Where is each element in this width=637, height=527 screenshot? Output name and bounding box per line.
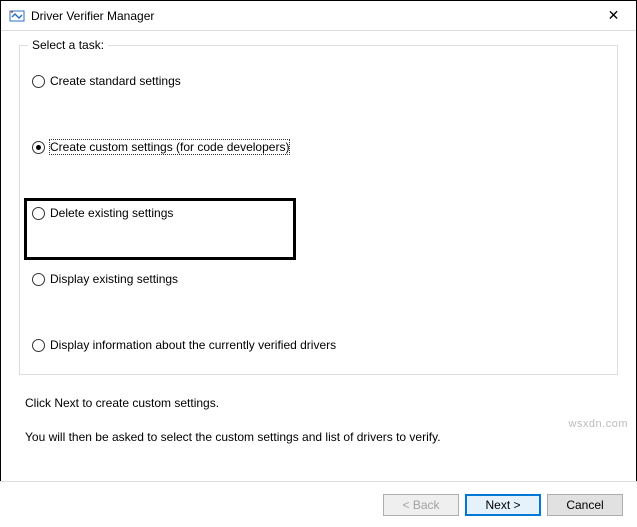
cancel-button[interactable]: Cancel [547,494,623,516]
instruction-line-2: You will then be asked to select the cus… [25,425,618,449]
radio-label: Display existing settings [50,272,178,286]
radio-delete-existing[interactable]: Delete existing settings [30,202,607,224]
instruction-line-1: Click Next to create custom settings. [25,391,618,415]
radio-label: Display information about the currently … [50,338,336,352]
radio-label: Create custom settings (for code develop… [50,140,289,154]
task-groupbox: Select a task: Create standard settings … [19,45,618,375]
button-bar: < Back Next > Cancel [0,481,637,527]
groupbox-label: Select a task: [28,38,108,52]
titlebar: Driver Verifier Manager ✕ [1,1,636,31]
instructions-block: Click Next to create custom settings. Yo… [19,391,618,449]
radio-label: Create standard settings [50,74,181,88]
radio-icon [32,141,45,154]
close-button[interactable]: ✕ [591,1,636,31]
radio-create-custom[interactable]: Create custom settings (for code develop… [30,136,607,158]
content-area: Select a task: Create standard settings … [1,31,636,480]
window-title: Driver Verifier Manager [31,9,591,23]
radio-display-existing[interactable]: Display existing settings [30,268,607,290]
radio-label: Delete existing settings [50,206,173,220]
next-button[interactable]: Next > [465,494,541,516]
radio-icon [32,75,45,88]
radio-create-standard[interactable]: Create standard settings [30,70,607,92]
radio-display-info[interactable]: Display information about the currently … [30,334,607,356]
radio-icon [32,339,45,352]
close-icon: ✕ [608,7,620,24]
radio-icon [32,207,45,220]
radio-icon [32,273,45,286]
watermark-text: wsxdn.com [568,418,628,430]
app-icon [9,8,25,24]
back-button: < Back [383,494,459,516]
